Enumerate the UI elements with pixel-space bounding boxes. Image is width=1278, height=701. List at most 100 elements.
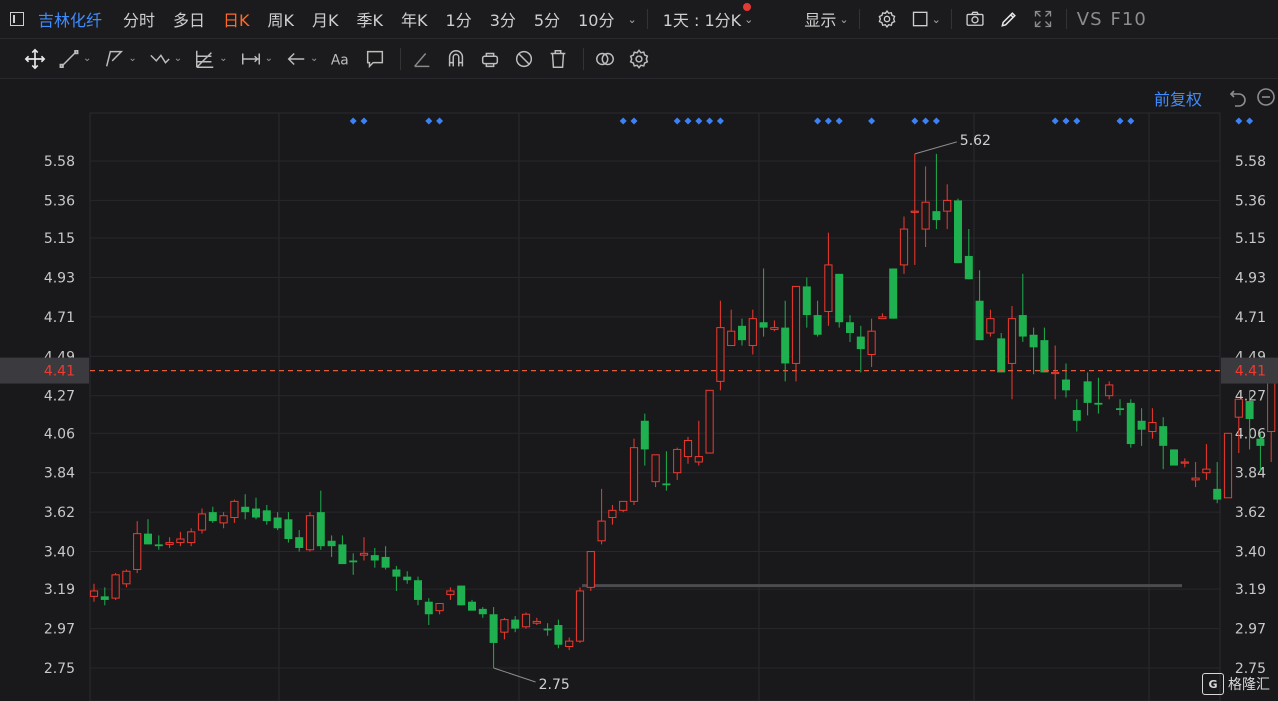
hide-drawings-icon[interactable] [513, 48, 535, 70]
y-tick-label-right: 5.58 [1235, 154, 1266, 170]
tab-period-7[interactable]: 1分 [437, 7, 481, 31]
event-marker[interactable] [922, 117, 930, 125]
lock-drawings-icon[interactable] [479, 48, 501, 70]
tab-period-2[interactable]: 日K [214, 7, 259, 31]
event-marker[interactable] [814, 117, 822, 125]
tab-period-10[interactable]: 10分 [569, 7, 623, 31]
candle [640, 413, 649, 466]
candle [932, 153, 941, 230]
y-tick-label-left: 3.40 [44, 545, 75, 561]
layout-square-icon[interactable] [910, 8, 932, 30]
measure-tool-icon[interactable]: ⌄ [240, 48, 273, 70]
candle [349, 553, 358, 575]
tab-period-5[interactable]: 季K [348, 7, 393, 31]
vs-button[interactable]: VS [1077, 9, 1103, 30]
candle [770, 320, 779, 332]
trash-icon[interactable] [547, 48, 569, 70]
candle [921, 166, 930, 247]
sidebar-toggle-icon[interactable] [10, 12, 24, 26]
stock-name[interactable]: 吉林化纤 [38, 7, 102, 31]
candle [424, 598, 433, 626]
event-marker[interactable] [619, 117, 627, 125]
event-marker[interactable] [835, 117, 843, 125]
event-marker[interactable] [716, 117, 724, 125]
tab-period-1[interactable]: 多日 [164, 7, 214, 31]
candle [176, 531, 185, 547]
tab-period-9[interactable]: 5分 [525, 7, 569, 31]
event-marker[interactable] [630, 117, 638, 125]
fullscreen-icon[interactable] [1032, 8, 1054, 30]
candle [284, 512, 293, 543]
tab-period-6[interactable]: 年K [392, 7, 437, 31]
candle [1051, 345, 1060, 400]
divider [858, 9, 860, 29]
candle [791, 285, 801, 382]
arrow-tool-icon[interactable]: ⌄ [285, 48, 318, 70]
compare-icon[interactable] [594, 48, 616, 70]
event-marker[interactable] [824, 117, 832, 125]
candle [262, 504, 271, 525]
event-marker[interactable] [1073, 117, 1081, 125]
candle [899, 216, 909, 274]
candle [327, 535, 336, 557]
move-cross-icon[interactable] [24, 48, 46, 70]
fibonacci-tool-icon[interactable]: ⌄ [194, 48, 228, 70]
interval-select[interactable]: 1天 : 1分K [654, 7, 750, 31]
candle [1116, 399, 1124, 416]
event-marker[interactable] [868, 117, 876, 125]
comment-tool-icon[interactable] [364, 48, 386, 70]
y-tick-label-left: 4.71 [44, 310, 75, 326]
candle [619, 500, 628, 513]
candle [252, 497, 260, 520]
event-marker[interactable] [1246, 117, 1254, 125]
event-marker[interactable] [425, 117, 433, 125]
tab-period-4[interactable]: 月K [303, 7, 348, 31]
camera-icon[interactable] [964, 8, 986, 30]
text-tool-icon[interactable]: Aa [330, 48, 352, 70]
pencil-icon[interactable] [998, 8, 1020, 30]
settings-gear-icon[interactable] [876, 8, 898, 30]
candle [651, 454, 660, 488]
event-marker[interactable] [1062, 117, 1070, 125]
event-marker[interactable] [436, 117, 444, 125]
tab-period-0[interactable]: 分时 [114, 7, 164, 31]
max-leader-line [914, 141, 957, 155]
candle [813, 300, 822, 337]
y-tick-label-left: 5.15 [44, 231, 75, 247]
event-marker[interactable] [1127, 117, 1135, 125]
candle [543, 623, 552, 636]
f10-button[interactable]: F10 [1111, 9, 1147, 30]
event-marker[interactable] [684, 117, 692, 125]
event-marker[interactable] [1235, 117, 1243, 125]
magnet-icon[interactable] [445, 48, 467, 70]
candle [1126, 399, 1135, 448]
event-marker[interactable] [360, 117, 368, 125]
candle [338, 535, 347, 565]
event-marker[interactable] [349, 117, 357, 125]
layout-chevron-icon[interactable]: ⌄ [932, 13, 941, 26]
event-marker[interactable] [911, 117, 919, 125]
candle [381, 546, 390, 570]
tab-period-3[interactable]: 周K [259, 7, 304, 31]
event-marker[interactable] [706, 117, 714, 125]
event-marker[interactable] [1051, 117, 1059, 125]
more-periods-chevron-icon[interactable]: ⌄ [627, 13, 636, 26]
tab-period-8[interactable]: 3分 [481, 7, 525, 31]
candle [835, 273, 844, 328]
divider [583, 47, 585, 70]
event-marker[interactable] [673, 117, 681, 125]
event-marker[interactable] [1116, 117, 1124, 125]
toolbar-settings-gear-icon[interactable] [628, 48, 650, 70]
line-tool-icon[interactable]: ⌄ [58, 48, 91, 70]
event-marker[interactable] [695, 117, 703, 125]
angle-tool-icon[interactable] [411, 48, 433, 70]
wave-tool-icon[interactable]: ⌄ [149, 48, 182, 70]
display-menu[interactable]: 显示 [795, 7, 845, 31]
channel-tool-icon[interactable]: ⌄ [103, 48, 137, 70]
candle [565, 637, 574, 651]
candle [500, 617, 509, 640]
candlestick-chart[interactable]: 5.58 5.58 5.36 5.36 5.15 5.15 4.93 4.93 4.71 4.71… [0, 80, 1278, 701]
event-marker[interactable] [932, 117, 940, 125]
interval-chevron-icon[interactable]: ⌄ [744, 13, 753, 26]
display-chevron-icon[interactable]: ⌄ [839, 13, 848, 26]
